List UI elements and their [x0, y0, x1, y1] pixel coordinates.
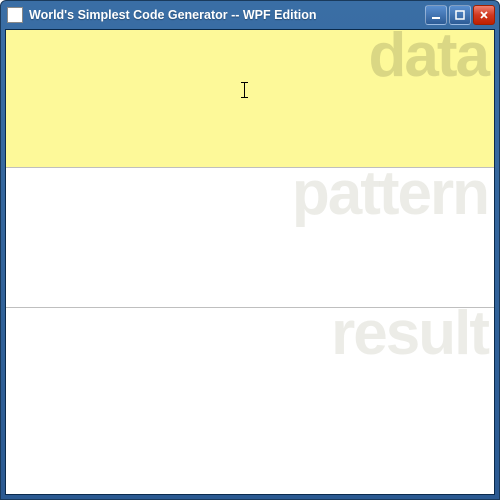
window-title: World's Simplest Code Generator -- WPF E…	[29, 8, 425, 22]
minimize-icon	[431, 10, 441, 20]
maximize-button[interactable]	[449, 5, 471, 25]
client-area: data pattern result	[5, 29, 495, 495]
pattern-pane: pattern	[6, 168, 494, 308]
result-output[interactable]	[6, 308, 494, 494]
app-window: World's Simplest Code Generator -- WPF E…	[0, 0, 500, 500]
pattern-input[interactable]	[6, 168, 494, 307]
maximize-icon	[455, 10, 465, 20]
app-icon	[7, 7, 23, 23]
close-button[interactable]	[473, 5, 495, 25]
minimize-button[interactable]	[425, 5, 447, 25]
result-pane: result	[6, 308, 494, 494]
data-pane: data	[6, 30, 494, 168]
data-input[interactable]	[6, 30, 494, 167]
titlebar[interactable]: World's Simplest Code Generator -- WPF E…	[1, 1, 499, 29]
close-icon	[479, 10, 489, 20]
window-controls	[425, 5, 495, 25]
